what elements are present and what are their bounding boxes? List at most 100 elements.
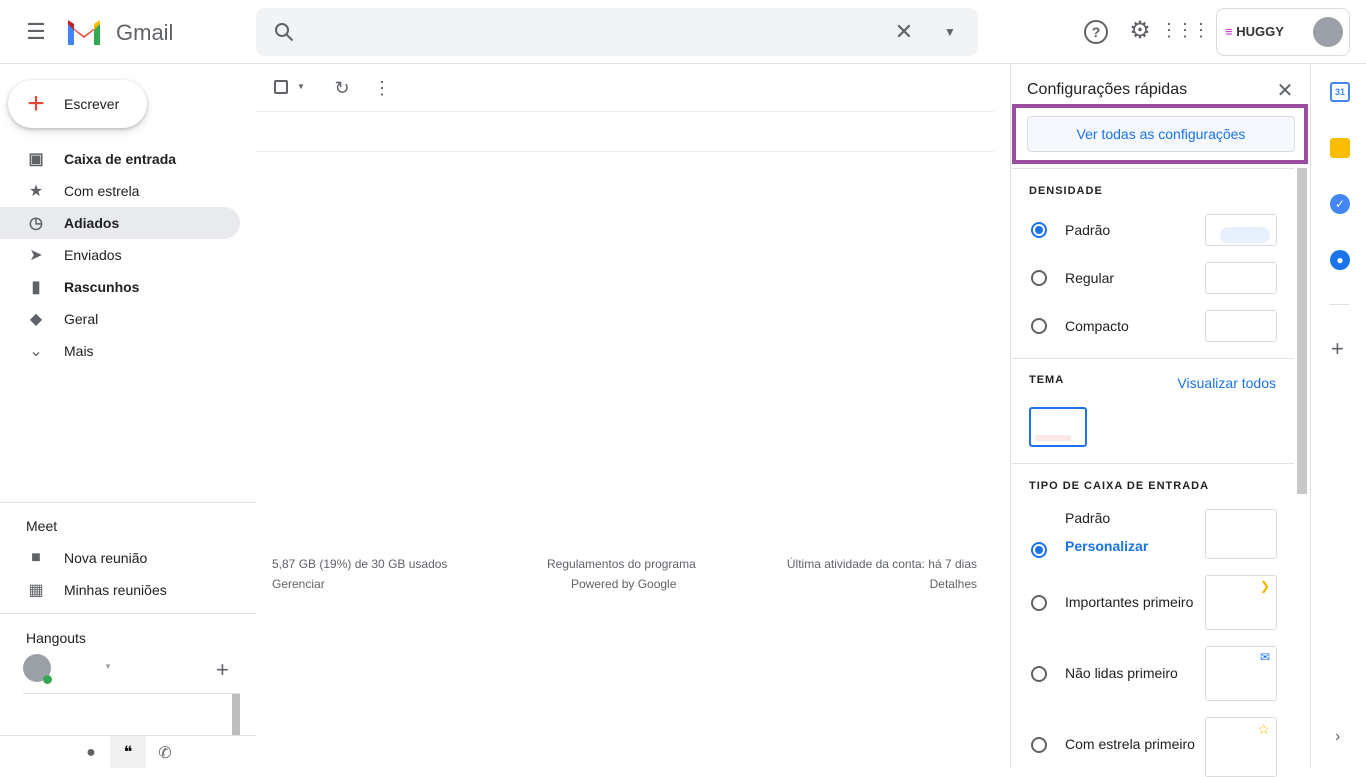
inbox-thumb-default	[1205, 509, 1277, 559]
inbox-radio-nao-lidas[interactable]	[1031, 666, 1047, 682]
side-apps-bar: 31 ✓ ● + ›	[1310, 64, 1366, 768]
density-label: Regular	[1065, 270, 1115, 286]
calendar-app-icon[interactable]: 31	[1330, 82, 1350, 102]
search-bar[interactable]: ✕ ▼	[256, 8, 978, 56]
compose-label: Escrever	[64, 96, 120, 112]
inbox-radio-importantes[interactable]	[1031, 595, 1047, 611]
send-icon: ➤	[29, 247, 43, 264]
inbox-thumb-important: ❯	[1205, 575, 1277, 630]
help-icon[interactable]: ?	[1084, 20, 1108, 44]
label: Nova reunião	[64, 550, 148, 566]
inbox-icon: ▣	[28, 151, 44, 168]
select-all-checkbox[interactable]	[274, 80, 288, 94]
sidebar-item[interactable]: ➤ Enviados	[0, 239, 240, 271]
settings-gear-icon[interactable]: ⚙	[1128, 17, 1152, 44]
account-switcher[interactable]: ≡ HUGGY	[1216, 8, 1350, 56]
apps-grid-icon[interactable]: ⋮⋮⋮	[1160, 18, 1210, 42]
see-all-settings-button[interactable]: Ver todas as configurações	[1027, 116, 1295, 152]
theme-thumbnail[interactable]	[1029, 407, 1087, 447]
hangouts-scrollbar[interactable]	[232, 694, 240, 735]
density-radio-compacto[interactable]	[1031, 318, 1047, 334]
sidebar-item-label: Geral	[64, 311, 99, 327]
plus-icon: +	[27, 87, 45, 120]
density-thumb-regular	[1205, 262, 1277, 294]
inbox-radio-estrela[interactable]	[1031, 737, 1047, 753]
search-icon[interactable]	[272, 20, 296, 44]
divider	[1012, 358, 1294, 359]
label: Minhas reuniões	[64, 582, 167, 598]
more-vert-icon[interactable]: ⋮	[372, 78, 392, 98]
sidebar-item[interactable]: ▣ Caixa de entrada	[0, 143, 240, 175]
density-title: DENSIDADE	[1029, 185, 1103, 197]
divider	[0, 502, 256, 503]
density-radio-regular[interactable]	[1031, 270, 1047, 286]
quick-settings-title: Configurações rápidas	[1027, 81, 1188, 98]
meet-my-meetings[interactable]: ▦ Minhas reuniões	[0, 574, 240, 606]
tasks-app-icon[interactable]: ✓	[1330, 194, 1350, 214]
view-all-themes-link[interactable]: Visualizar todos	[1177, 375, 1276, 391]
refresh-icon[interactable]: ↻	[332, 78, 352, 98]
customize-link[interactable]: Personalizar	[1065, 538, 1148, 554]
chevron-down-icon: ⌄	[29, 343, 43, 360]
inbox-type-label: Com estrela primeiro	[1065, 736, 1195, 752]
density-thumb-default	[1205, 214, 1277, 246]
search-options-icon[interactable]: ▼	[938, 20, 962, 44]
avatar[interactable]	[1313, 17, 1343, 47]
status-dropdown-icon[interactable]: ▼	[104, 662, 112, 671]
density-thumb-compact	[1205, 310, 1277, 342]
add-addon-plus-icon[interactable]: +	[1331, 336, 1344, 362]
density-label: Padrão	[1065, 222, 1111, 238]
keep-app-icon[interactable]	[1330, 138, 1350, 158]
inbox-type-label: Padrão	[1065, 510, 1111, 526]
inbox-radio-padrao[interactable]	[1031, 542, 1047, 558]
sidebar-item-label: Mais	[64, 343, 94, 359]
sidebar-item[interactable]: ▮ Rascunhos	[0, 271, 240, 303]
phone-icon[interactable]: ✆	[154, 742, 176, 764]
density-label: Compacto	[1065, 318, 1129, 334]
gmail-logo-icon[interactable]	[66, 18, 102, 45]
program-policies-link[interactable]: Regulamentos do programa	[547, 557, 696, 571]
menu-icon[interactable]: ☰	[24, 19, 48, 44]
star-icon: ☆	[1257, 721, 1270, 737]
divider	[23, 693, 240, 694]
powered-by-google: Powered by Google	[571, 577, 677, 591]
new-chat-plus-icon[interactable]: +	[216, 657, 229, 683]
density-radio-padrao[interactable]	[1031, 222, 1047, 238]
sidebar-item[interactable]: ◷ Adiados	[0, 207, 240, 239]
last-activity: Última atividade da conta: há 7 dias	[786, 557, 977, 571]
close-icon[interactable]: ✕	[1275, 78, 1295, 102]
mail-icon: ✉	[1259, 650, 1270, 664]
video-camera-icon: ■	[31, 549, 41, 566]
compose-button[interactable]: + Escrever	[8, 80, 147, 128]
storage-usage: 5,87 GB (19%) de 30 GB usados	[272, 557, 448, 571]
inbox-type-label: Não lidas primeiro	[1065, 665, 1178, 681]
details-link[interactable]: Detalhes	[930, 577, 977, 591]
inbox-thumb-unread: ✉	[1205, 646, 1277, 701]
calendar-icon: ▦	[28, 582, 44, 599]
clear-search-icon[interactable]: ✕	[892, 19, 916, 44]
star-icon: ★	[28, 183, 44, 200]
theme-title: TEMA	[1029, 374, 1065, 386]
sidebar-item-label: Enviados	[64, 247, 122, 263]
inbox-type-label: Importantes primeiro	[1065, 594, 1194, 610]
sidebar-item[interactable]: ◆ Geral	[0, 303, 240, 335]
top-header: ☰ Gmail ✕ ▼ ? ⚙ ⋮⋮⋮ ≡ HUGGY	[0, 0, 1366, 64]
search-input[interactable]	[312, 18, 872, 46]
panel-scrollbar[interactable]	[1297, 168, 1307, 494]
divider	[256, 111, 994, 112]
important-marker-icon: ❯	[1259, 579, 1270, 593]
expand-chevron-right-icon[interactable]: ›	[1335, 728, 1340, 746]
meet-new-meeting[interactable]: ■ Nova reunião	[0, 542, 240, 574]
sidebar-item[interactable]: ★ Com estrela	[0, 175, 240, 207]
divider	[256, 151, 994, 152]
meet-title: Meet	[26, 518, 58, 534]
app-name: Gmail	[116, 20, 174, 45]
sidebar-item[interactable]: ⌄ Mais	[0, 335, 240, 367]
select-dropdown-icon[interactable]: ▼	[297, 82, 305, 91]
sidebar-item-label: Adiados	[64, 215, 120, 231]
contacts-person-icon[interactable]: ●	[80, 742, 102, 764]
hangouts-chat-icon[interactable]: ❝	[110, 736, 146, 768]
manage-storage-link[interactable]: Gerenciar	[272, 577, 325, 591]
clock-icon: ◷	[29, 215, 43, 232]
contacts-app-icon[interactable]: ●	[1330, 250, 1350, 270]
